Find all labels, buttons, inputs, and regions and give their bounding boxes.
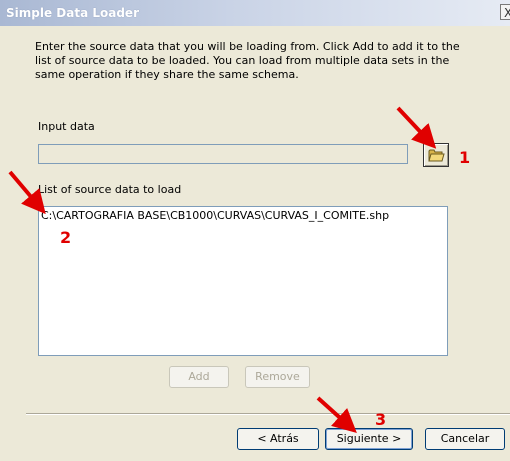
callout-2: 2 <box>60 228 72 247</box>
arrow-3 <box>316 396 357 434</box>
callout-3: 3 <box>375 410 387 429</box>
arrow-1 <box>396 106 437 149</box>
arrow-2 <box>8 170 46 215</box>
callout-1: 1 <box>459 148 471 167</box>
annotation-arrows <box>8 106 437 434</box>
